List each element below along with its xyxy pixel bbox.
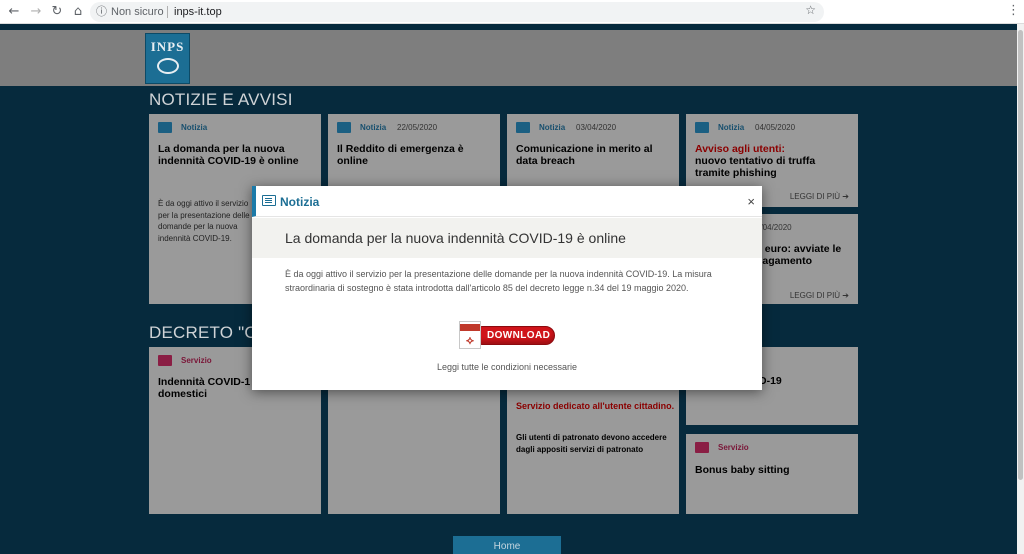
close-icon[interactable]: × <box>747 194 755 209</box>
service-icon <box>158 355 172 366</box>
newspaper-icon <box>262 195 276 206</box>
menu-icon[interactable]: ⋮ <box>1007 3 1020 18</box>
service-icon <box>695 442 709 453</box>
download-label: DOWNLOAD <box>487 330 551 341</box>
modal-text: È da oggi attivo il servizio per la pres… <box>285 269 712 293</box>
card-title[interactable]: Comunicazione in merito al data breach <box>516 143 666 167</box>
card-title[interactable]: Bonus baby sitting <box>695 464 845 476</box>
pdf-icon: ⟡ <box>459 321 481 349</box>
card-title[interactable]: Avviso agli utenti: nuovo tentativo di t… <box>695 143 845 179</box>
modal-header: Notizia × <box>252 186 762 217</box>
card-tag: Notizia <box>539 123 566 132</box>
inps-logo[interactable]: INPS <box>145 33 190 84</box>
service-warning: Servizio dedicato all'utente cittadino. <box>516 401 675 411</box>
info-icon[interactable]: ⓘ <box>96 3 107 19</box>
modal-title: La domanda per la nuova indennità COVID-… <box>285 230 626 246</box>
download-button[interactable]: DOWNLOAD ⟡ <box>459 321 555 349</box>
card-title[interactable]: D-19 <box>759 375 909 387</box>
card-title-text: nuovo tentativo di truffa tramite phishi… <box>695 155 816 179</box>
card-body: È da oggi attivo il servizio per la pres… <box>158 199 250 243</box>
news-icon <box>516 122 530 133</box>
download-pill[interactable]: DOWNLOAD <box>473 326 555 345</box>
card-tag: Servizio <box>718 443 749 452</box>
browser-toolbar: ← → ↻ ⌂ ⓘ Non sicuro inps-it.top ☆ ⋮ <box>0 0 1024 24</box>
read-more-link[interactable]: LEGGI DI PIÙ ➔ <box>790 192 849 201</box>
bookmark-star-icon[interactable]: ☆ <box>805 3 816 17</box>
logo-swirl-icon <box>157 58 179 74</box>
url-text[interactable]: inps-it.top <box>174 6 222 18</box>
back-icon[interactable]: ← <box>6 3 22 21</box>
logo-text: INPS <box>150 39 185 54</box>
card-tag: Notizia <box>181 123 208 132</box>
modal-header-label: Notizia <box>280 195 320 209</box>
reload-icon[interactable]: ↻ <box>49 3 65 21</box>
card-date: 22/05/2020 <box>397 123 438 132</box>
scrollbar-thumb[interactable] <box>1018 30 1023 480</box>
home-button[interactable]: Home <box>453 536 561 554</box>
home-icon[interactable]: ⌂ <box>70 3 86 21</box>
conditions-link[interactable]: Leggi tutte le condizioni necessarie <box>252 362 762 372</box>
card-tag: Notizia <box>360 123 387 132</box>
service-note: Gli utenti di patronato devono accedere … <box>516 433 667 454</box>
news-icon <box>337 122 351 133</box>
scrollbar[interactable] <box>1017 24 1024 554</box>
service-card[interactable]: Servizio Bonus baby sitting <box>686 434 858 514</box>
section-title-news: NOTIZIE E AVVISI <box>149 90 293 109</box>
card-title[interactable]: 0 euro: avviate le pagamento <box>756 243 856 267</box>
modal-title-band: La domanda per la nuova indennità COVID-… <box>252 218 762 258</box>
address-bar[interactable]: ⓘ Non sicuro inps-it.top ☆ <box>90 2 824 22</box>
news-icon <box>158 122 172 133</box>
separator <box>167 6 168 18</box>
card-title[interactable]: La domanda per la nuova indennità COVID-… <box>158 143 308 167</box>
read-more-link[interactable]: LEGGI DI PIÙ ➔ <box>790 291 849 300</box>
card-title[interactable]: Il Reddito di emergenza è online <box>337 143 487 167</box>
alert-label: Avviso agli utenti: <box>695 143 786 155</box>
card-tag: Servizio <box>181 356 212 365</box>
news-icon <box>695 122 709 133</box>
news-modal: Notizia × La domanda per la nuova indenn… <box>252 186 762 390</box>
card-date: 04/05/2020 <box>755 123 796 132</box>
card-date: 03/04/2020 <box>576 123 617 132</box>
security-label: Non sicuro <box>111 6 164 18</box>
card-tag: Notizia <box>718 123 745 132</box>
forward-icon[interactable]: → <box>28 3 44 21</box>
